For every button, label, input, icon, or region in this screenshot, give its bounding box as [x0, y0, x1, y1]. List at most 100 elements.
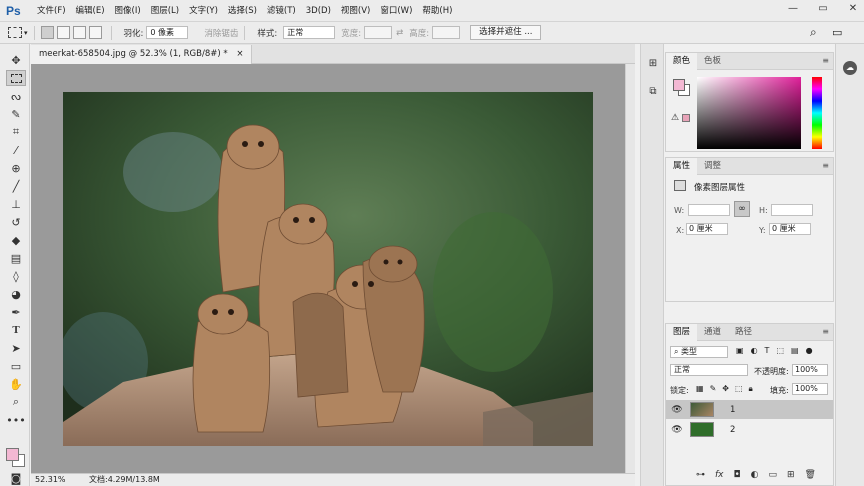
tab-layers[interactable]: 图层: [666, 323, 698, 341]
folder-icon[interactable]: ▭: [768, 470, 777, 480]
smart-object-filter-icon[interactable]: ▤: [791, 346, 799, 355]
menu-filter[interactable]: 滤镜(T): [262, 0, 301, 22]
eyedropper-tool-icon[interactable]: ⁄: [6, 142, 26, 158]
healing-brush-tool-icon[interactable]: ⊕: [6, 160, 26, 176]
pixel-filter-icon[interactable]: ▣: [736, 346, 744, 355]
crop-tool-icon[interactable]: ⌗: [6, 124, 26, 140]
shape-tool-icon[interactable]: ▭: [6, 358, 26, 374]
panel-menu-icon[interactable]: ≡: [822, 327, 829, 336]
lock-image-icon[interactable]: ✎: [710, 384, 717, 394]
mask-icon[interactable]: ◘: [734, 470, 741, 480]
layer-name[interactable]: 2: [730, 425, 735, 435]
layer-row[interactable]: 👁︎ 1: [666, 400, 833, 419]
lock-all-icon[interactable]: 🔒︎: [749, 384, 753, 394]
properties-panel-icon[interactable]: ⧉: [645, 86, 661, 100]
layer-name[interactable]: 1: [730, 405, 735, 415]
type-tool-icon[interactable]: T: [6, 322, 26, 338]
fx-icon[interactable]: fx: [715, 470, 724, 480]
subtract-selection-icon[interactable]: [72, 26, 86, 39]
close-tab-icon[interactable]: ×: [236, 49, 243, 59]
pen-tool-icon[interactable]: ✒: [6, 304, 26, 320]
lock-artboard-icon[interactable]: ⬚: [735, 384, 743, 394]
swap-icon[interactable]: ⇄: [396, 28, 403, 38]
zoom-level[interactable]: 52.31%: [35, 474, 66, 486]
color-field[interactable]: [697, 77, 801, 149]
tab-paths[interactable]: 路径: [728, 324, 759, 341]
new-selection-icon[interactable]: [40, 26, 54, 39]
width-field[interactable]: [364, 26, 393, 39]
blur-tool-icon[interactable]: ◊: [6, 268, 26, 284]
path-selection-tool-icon[interactable]: ➤: [6, 340, 26, 356]
search-icon[interactable]: ⌕: [810, 25, 817, 40]
menu-layer[interactable]: 图层(L): [146, 0, 184, 22]
x-input[interactable]: 0 厘米: [686, 223, 728, 235]
layer-row[interactable]: 👁︎ 2: [666, 420, 833, 439]
quick-selection-tool-icon[interactable]: ✎: [6, 106, 26, 122]
close-icon[interactable]: ✕: [846, 3, 860, 14]
opacity-field[interactable]: 100%: [792, 364, 828, 376]
trash-icon[interactable]: 🗑︎: [805, 470, 816, 480]
tab-color[interactable]: 颜色: [666, 52, 698, 70]
new-layer-icon[interactable]: ⊞: [787, 470, 795, 480]
visibility-eye-icon[interactable]: 👁︎: [670, 425, 684, 435]
hue-slider[interactable]: [812, 77, 822, 149]
adjustment-icon[interactable]: ◐: [751, 470, 759, 480]
brush-tool-icon[interactable]: ╱: [6, 178, 26, 194]
rectangular-marquee-tool-icon[interactable]: [6, 70, 26, 86]
height-field[interactable]: [432, 26, 461, 39]
libraries-icon[interactable]: ☁: [843, 61, 857, 75]
gamut-chip[interactable]: [682, 114, 690, 122]
marquee-tool-preset-icon[interactable]: [8, 27, 22, 38]
intersect-selection-icon[interactable]: [88, 26, 102, 39]
history-brush-tool-icon[interactable]: ↺: [6, 214, 26, 230]
vertical-scrollbar[interactable]: [625, 64, 635, 473]
visibility-eye-icon[interactable]: 👁︎: [670, 405, 684, 415]
link-icon[interactable]: ⊶: [696, 470, 705, 480]
panel-menu-icon[interactable]: ≡: [822, 56, 829, 65]
menu-view[interactable]: 视图(V): [336, 0, 375, 22]
width-input[interactable]: [688, 204, 730, 216]
panel-menu-icon[interactable]: ≡: [822, 161, 829, 170]
antialias-checkbox[interactable]: 消除锯齿: [204, 27, 238, 39]
tab-channels[interactable]: 通道: [697, 324, 728, 341]
minimize-icon[interactable]: —: [786, 3, 800, 14]
dodge-tool-icon[interactable]: ◕: [6, 286, 26, 302]
fill-field[interactable]: 100%: [792, 383, 828, 395]
hand-tool-icon[interactable]: ✋: [6, 376, 26, 392]
foreground-color-chip[interactable]: [673, 79, 685, 91]
lasso-tool-icon[interactable]: ᔓ: [6, 88, 26, 104]
menu-help[interactable]: 帮助(H): [417, 0, 457, 22]
blend-mode-select[interactable]: 正常: [670, 364, 748, 376]
workspace-icon[interactable]: ▭: [832, 26, 842, 39]
quick-mask-icon[interactable]: ◙: [6, 470, 26, 486]
lock-position-icon[interactable]: ✥: [722, 384, 729, 394]
restore-icon[interactable]: ▭: [816, 3, 830, 14]
select-and-mask-button[interactable]: 选择并遮住 ...: [470, 25, 542, 40]
add-selection-icon[interactable]: [56, 26, 70, 39]
shape-filter-icon[interactable]: ⬚: [776, 346, 784, 355]
tab-swatches[interactable]: 色板: [697, 53, 728, 70]
tab-adjustments[interactable]: 调整: [697, 158, 728, 175]
lock-transparent-icon[interactable]: ▦: [696, 384, 704, 394]
zoom-tool-icon[interactable]: ⌕: [6, 394, 26, 410]
document-tab[interactable]: meerkat-658504.jpg @ 52.3% (1, RGB/8#) *…: [31, 45, 253, 64]
more-tools-icon[interactable]: •••: [6, 412, 26, 428]
height-input[interactable]: [771, 204, 813, 216]
menu-edit[interactable]: 编辑(E): [71, 0, 110, 22]
filter-toggle-icon[interactable]: ●: [806, 346, 813, 355]
layer-filter-select[interactable]: ⌕ 类型: [670, 346, 728, 358]
feather-field[interactable]: 0 像素: [146, 26, 189, 39]
y-input[interactable]: 0 厘米: [769, 223, 811, 235]
foreground-color-swatch[interactable]: [6, 448, 19, 461]
menu-window[interactable]: 窗口(W): [375, 0, 417, 22]
move-tool-icon[interactable]: ✥: [6, 52, 26, 68]
tab-properties[interactable]: 属性: [666, 157, 698, 175]
style-select[interactable]: 正常: [283, 26, 336, 39]
menu-image[interactable]: 图像(I): [110, 0, 146, 22]
meerkat-photo[interactable]: [63, 92, 593, 446]
type-filter-icon[interactable]: T: [765, 346, 770, 355]
menu-select[interactable]: 选择(S): [223, 0, 262, 22]
adjustment-filter-icon[interactable]: ◐: [751, 346, 758, 355]
link-dimensions-icon[interactable]: ∞: [734, 201, 750, 217]
history-panel-icon[interactable]: ⊞: [645, 58, 661, 72]
